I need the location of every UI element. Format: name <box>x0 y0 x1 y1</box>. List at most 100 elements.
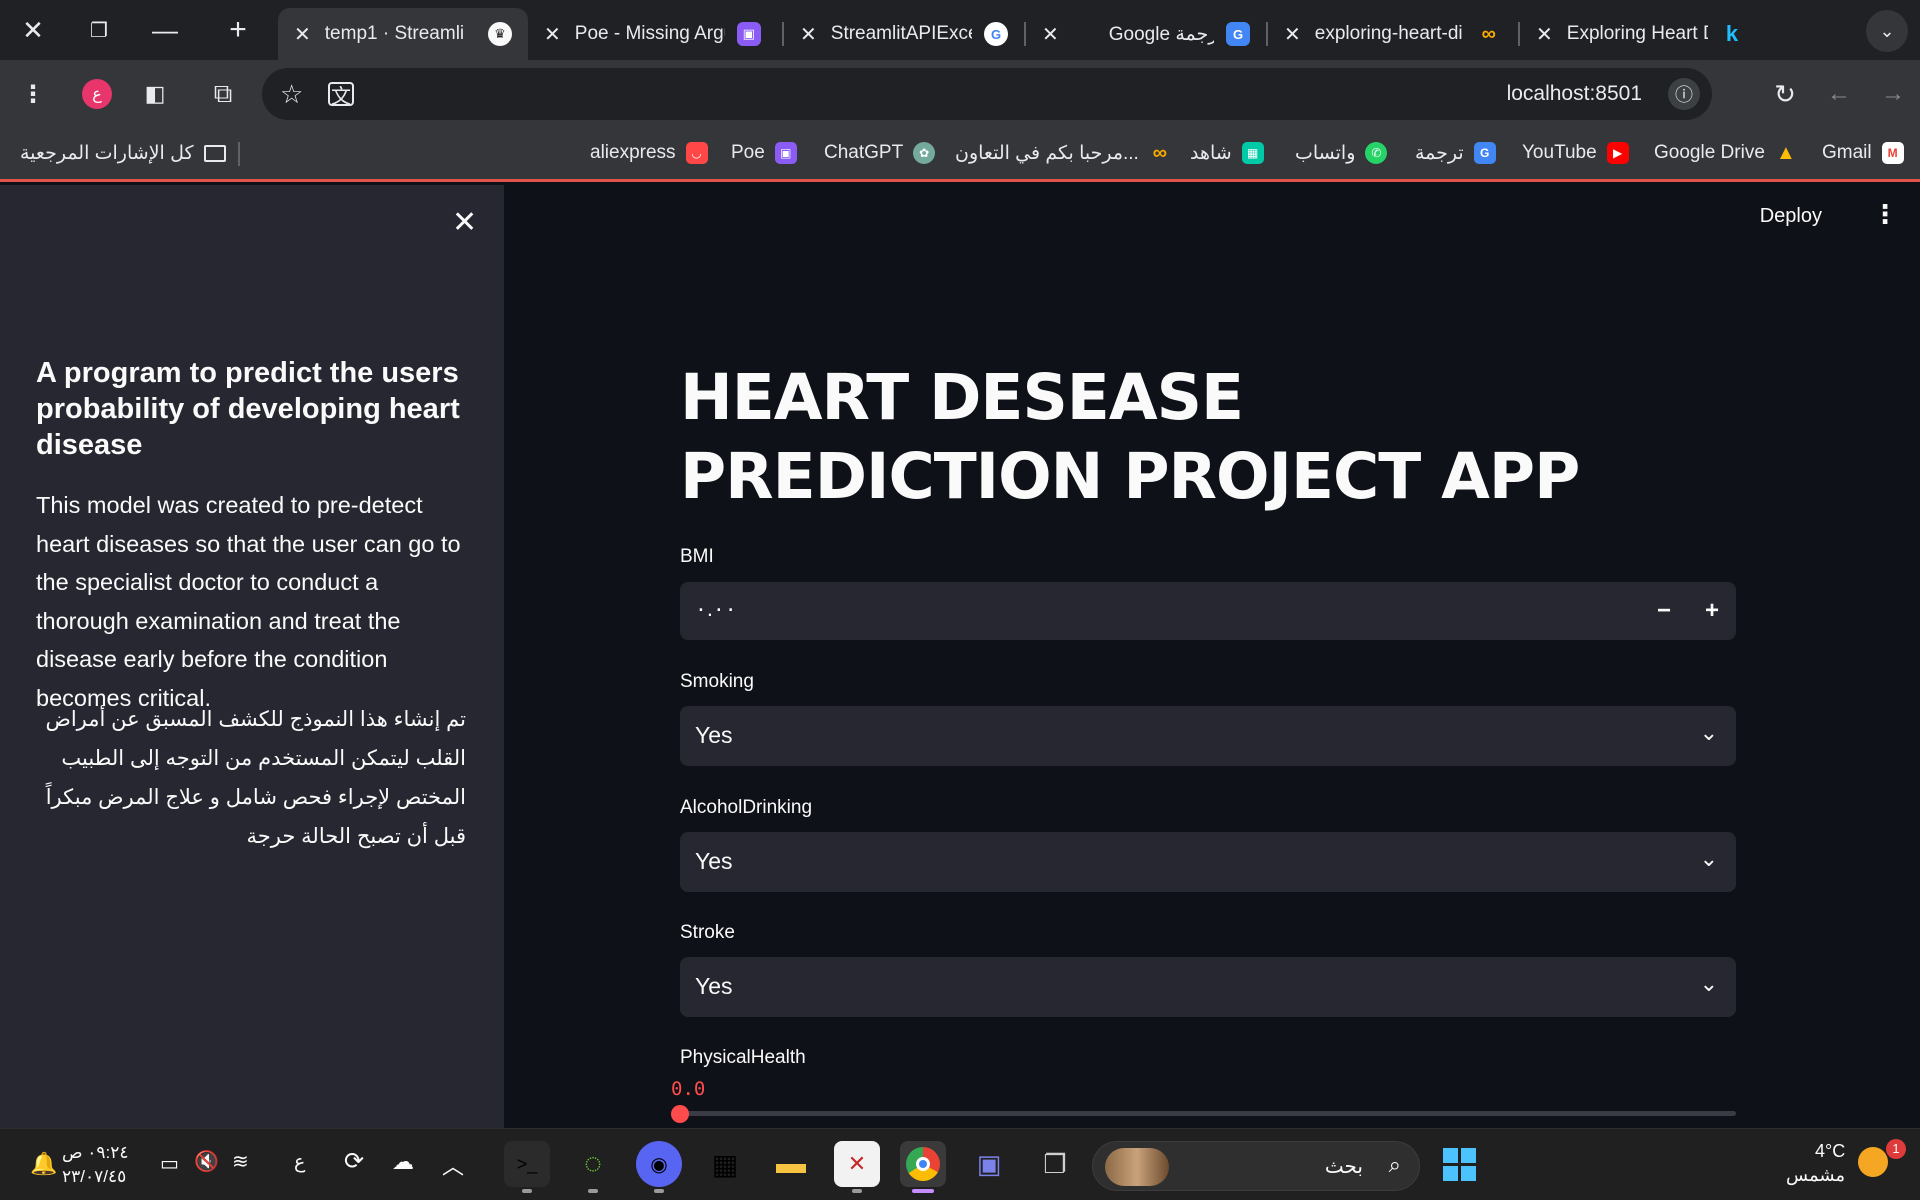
input-language[interactable]: ع <box>294 1151 305 1174</box>
weather-temperature[interactable]: 4°C <box>1815 1141 1845 1162</box>
chevron-down-icon: ⌄ <box>1699 971 1718 996</box>
tab-search-chevron-icon[interactable]: ⌄ <box>1866 10 1908 52</box>
bmi-number-input[interactable]: ٠.٠٠ − + <box>680 582 1736 640</box>
bookmark-shahid[interactable]: شاهد ▦ <box>1190 128 1264 178</box>
task-view-icon[interactable]: ❐ <box>1032 1141 1078 1187</box>
terminal-icon[interactable]: >_ <box>504 1141 550 1187</box>
microsoft-store-icon[interactable]: ▦ <box>702 1141 748 1187</box>
bookmark-colab[interactable]: مرحبا بكم في التعاون... ∞ <box>955 128 1171 178</box>
stroke-select[interactable]: Yes ⌄ <box>680 957 1736 1017</box>
restore-window-icon[interactable]: ❐ <box>66 0 132 60</box>
sidebar-description-arabic: تم إنشاء هذا النموذج للكشف المسبق عن أمر… <box>45 708 466 848</box>
file-explorer-icon[interactable]: ▬ <box>768 1141 814 1187</box>
extensions-icon[interactable]: ⧉ <box>200 71 246 117</box>
address-bar[interactable]: ☆ 文 localhost:8501 ⓘ <box>262 68 1712 120</box>
close-tab-icon[interactable]: ✕ <box>1042 22 1059 47</box>
translate-page-icon[interactable]: 文 <box>328 82 354 108</box>
app-red-icon[interactable]: ✕ <box>834 1141 880 1187</box>
alcohol-label: AlcoholDrinking <box>680 797 813 818</box>
streamlit-crown-icon: ♛ <box>488 22 512 46</box>
search-icon: ⌕ <box>1388 1152 1401 1177</box>
onedrive-icon[interactable]: ☁ <box>392 1149 414 1175</box>
bookmark-chatgpt[interactable]: ChatGPT ✿ <box>824 128 936 178</box>
browser-toolbar: ⋮ ع ◧ ☆ 文 localhost:8501 ⓘ ⧉ ↻ ← → <box>0 60 1920 128</box>
tab-streamlit-api-exception[interactable]: ✕ StreamlitAPIExcept G <box>784 8 1024 60</box>
app-sidebar: ✕ A program to predict the users probabi… <box>0 185 504 1128</box>
bookmark-star-icon[interactable]: ☆ <box>280 79 303 110</box>
alcohol-select[interactable]: Yes ⌄ <box>680 832 1736 892</box>
tab-temp1-streamlit[interactable]: ✕ temp1 · Streamlit ♛ <box>278 8 528 60</box>
all-bookmarks-folder[interactable]: كل الإشارات المرجعية <box>20 128 226 178</box>
physical-health-label: PhysicalHealth <box>680 1047 806 1068</box>
bmi-label: BMI <box>680 546 714 567</box>
bookmark-poe[interactable]: Poe ▣ <box>731 128 797 178</box>
minimize-window-icon[interactable]: — <box>132 0 198 60</box>
volume-muted-icon[interactable]: 🔇 <box>194 1149 219 1174</box>
shahid-icon: ▦ <box>1241 142 1264 164</box>
url-text: localhost:8501 <box>1506 82 1642 105</box>
deploy-button[interactable]: Deploy <box>1760 205 1822 228</box>
meet-icon[interactable]: ▣ <box>966 1141 1012 1187</box>
physical-health-slider-thumb[interactable] <box>671 1105 689 1123</box>
sync-icon[interactable]: ⟳ <box>344 1147 364 1176</box>
wifi-icon[interactable]: ≋ <box>232 1149 249 1174</box>
bookmark-google-drive[interactable]: Google Drive ▲ <box>1654 128 1797 178</box>
tab-exploring-heart-colab[interactable]: ✕ exploring-heart-di ∞ <box>1268 8 1518 60</box>
tab-poe[interactable]: ✕ Poe - Missing Argu ▣ <box>528 8 782 60</box>
app-main: Deploy ⋮ HEART DESEASE PREDICTION PROJEC… <box>504 185 1920 1128</box>
close-tab-icon[interactable]: ✕ <box>1536 22 1553 47</box>
bookmark-whatsapp[interactable]: واتساب ✆ <box>1295 128 1388 178</box>
tab-exploring-heart-kaggle[interactable]: ✕ Exploring Heart Dis k <box>1520 8 1760 60</box>
increment-icon[interactable]: + <box>1688 582 1736 640</box>
smoking-select[interactable]: Yes ⌄ <box>680 706 1736 766</box>
physical-health-slider-track[interactable] <box>680 1111 1736 1116</box>
bookmarks-bar: Gmail M Google Drive ▲ YouTube ▶ ترجمة G… <box>0 128 1920 182</box>
bmi-value[interactable]: ٠.٠٠ <box>695 596 737 622</box>
weather-description[interactable]: مشمس <box>1786 1165 1845 1186</box>
bookmark-youtube[interactable]: YouTube ▶ <box>1522 128 1629 178</box>
close-tab-icon[interactable]: ✕ <box>294 22 311 47</box>
discord-icon[interactable]: ◉ <box>636 1141 682 1187</box>
sidebar-title: A program to predict the users probabili… <box>36 357 460 461</box>
close-sidebar-icon[interactable]: ✕ <box>452 205 477 240</box>
taskbar-date[interactable]: ٢٣/٠٧/٤٥ <box>62 1167 126 1187</box>
reload-icon[interactable]: ↻ <box>1758 71 1812 117</box>
decrement-icon[interactable]: − <box>1640 582 1688 640</box>
bookmark-translate[interactable]: ترجمة G <box>1415 128 1496 178</box>
poe-icon: ▣ <box>774 142 797 164</box>
gmail-icon: M <box>1881 142 1904 164</box>
tab-title: Poe - Missing Argu <box>574 23 725 44</box>
bookmarks-separator <box>238 142 240 166</box>
taskbar-time[interactable]: ٠٩:٢٤ ص <box>62 1143 129 1163</box>
back-icon[interactable]: ← <box>1812 71 1866 117</box>
app-menu-icon[interactable]: ⋮ <box>1872 199 1898 230</box>
site-info-icon[interactable]: ⓘ <box>1668 78 1700 110</box>
google-translate-icon: G <box>1473 142 1496 164</box>
side-panel-icon[interactable]: ◧ <box>132 71 178 117</box>
weather-sun-icon[interactable] <box>1858 1147 1888 1177</box>
youtube-icon: ▶ <box>1606 142 1629 164</box>
chrome-icon[interactable] <box>900 1141 946 1187</box>
running-indicator <box>522 1189 532 1193</box>
start-windows-icon[interactable] <box>1436 1141 1482 1187</box>
forward-icon[interactable]: → <box>1866 71 1920 117</box>
browser-tab-strip: ✕ ❐ — + ✕ temp1 · Streamlit ♛ ✕ Poe - Mi… <box>0 0 1920 60</box>
bookmark-aliexpress[interactable]: aliexpress ◡ <box>590 128 708 178</box>
show-hidden-icons-chevron-icon[interactable]: ︿ <box>442 1149 464 1181</box>
battery-icon[interactable]: ▭ <box>160 1151 179 1176</box>
taskbar-search[interactable]: بحث ⌕ <box>1092 1141 1420 1191</box>
close-tab-icon[interactable]: ✕ <box>1284 22 1301 47</box>
stroke-label: Stroke <box>680 922 735 943</box>
tab-google-translate[interactable]: ✕ Google ترجمة G <box>1026 8 1266 60</box>
close-tab-icon[interactable]: ✕ <box>800 22 817 47</box>
close-window-icon[interactable]: ✕ <box>0 0 66 60</box>
notification-bell-icon[interactable]: 🔔 <box>30 1151 57 1177</box>
close-tab-icon[interactable]: ✕ <box>544 22 561 47</box>
new-tab-icon[interactable]: + <box>198 0 278 60</box>
bookmark-gmail[interactable]: Gmail M <box>1822 128 1904 178</box>
chevron-down-icon: ⌄ <box>1699 846 1718 871</box>
tab-title: StreamlitAPIExcept <box>830 23 972 44</box>
loading-app-icon[interactable]: ◌ <box>570 1141 616 1187</box>
profile-avatar[interactable]: ع <box>74 71 120 117</box>
browser-menu-icon[interactable]: ⋮ <box>10 71 56 117</box>
